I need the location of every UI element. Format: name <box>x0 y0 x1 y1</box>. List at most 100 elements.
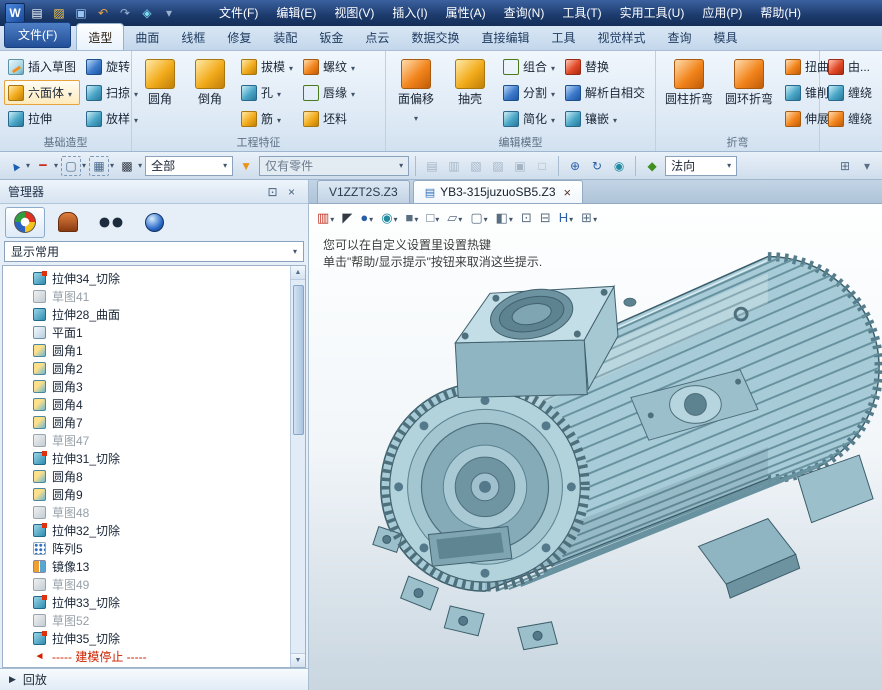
tree-item[interactable]: 拉伸33_切除 <box>3 593 290 611</box>
ribbon-tab[interactable]: 曲面 <box>124 24 170 50</box>
scope-filter-select[interactable]: 仅有零件▾ <box>259 156 409 176</box>
ribbon-big-button[interactable]: 抽壳 <box>444 54 496 134</box>
tree-item[interactable]: 镜像13 <box>3 557 290 575</box>
ribbon-tab[interactable]: 查询 <box>657 24 703 50</box>
document-tab[interactable]: V1ZZT2S.Z3 <box>317 180 410 203</box>
tree-item[interactable]: 平面1 <box>3 323 290 341</box>
ribbon-big-button[interactable]: 倒角 <box>186 54 234 134</box>
ribbon-button[interactable]: 替换 <box>561 54 649 79</box>
ribbon-button[interactable]: 插入草图 <box>4 54 80 79</box>
tree-item[interactable]: 阵列5 <box>3 539 290 557</box>
ribbon-tab[interactable]: 造型 <box>76 23 124 50</box>
ribbon-button[interactable]: 镶嵌 <box>561 106 649 131</box>
tree-item[interactable]: 圆角3 <box>3 377 290 395</box>
history-manager-tab[interactable] <box>5 207 45 238</box>
ribbon-button[interactable]: 拉伸 <box>4 106 80 131</box>
ribbon-button[interactable]: 唇缘 <box>299 80 359 105</box>
display-style-icon[interactable]: ▥ <box>314 207 337 229</box>
ribbon-button[interactable]: 简化 <box>499 106 559 131</box>
tree-item[interactable]: 草图48 <box>3 503 290 521</box>
customize-quick-access-icon[interactable]: ▾ <box>159 3 179 23</box>
tree-item[interactable]: ----- 建模停止 ----- <box>3 647 290 665</box>
ribbon-tab[interactable]: 修复 <box>216 24 262 50</box>
tree-item[interactable]: 圆角1 <box>3 341 290 359</box>
ribbon-button[interactable]: 筋 <box>237 106 297 131</box>
ruler-icon[interactable]: ⊟ <box>537 207 554 229</box>
view-manager-tab[interactable] <box>134 207 174 238</box>
tree-item[interactable]: 圆角7 <box>3 413 290 431</box>
rotate-handle-icon[interactable]: ↻ <box>587 156 607 176</box>
grid-toggle-icon[interactable]: ⊞ <box>578 207 600 229</box>
color-palette-icon[interactable]: ▩ <box>117 156 142 176</box>
pick-box-icon[interactable]: ▢ <box>61 156 86 176</box>
remove-filter-icon[interactable]: − <box>33 156 58 176</box>
zoom-extent-icon[interactable]: ⊡ <box>518 207 535 229</box>
ribbon-button[interactable]: 解析自相交 <box>561 80 649 105</box>
tree-item[interactable]: 草图49 <box>3 575 290 593</box>
ribbon-tab[interactable]: 工具 <box>540 24 586 50</box>
model-3d-motor-housing[interactable] <box>351 246 882 688</box>
replay-bar[interactable]: ▶ 回放 <box>0 668 308 690</box>
tree-item[interactable]: 圆角9 <box>3 485 290 503</box>
ribbon-button[interactable]: 螺纹 <box>299 54 359 79</box>
tree-item[interactable]: 拉伸32_切除 <box>3 521 290 539</box>
visual-manager-tab[interactable] <box>91 207 131 238</box>
tree-item[interactable]: 圆角8 <box>3 467 290 485</box>
section-view-icon[interactable]: ◧ <box>493 207 516 229</box>
label-icon[interactable]: H <box>556 207 576 229</box>
select-arrow-icon[interactable]: ▲ <box>5 156 30 176</box>
ribbon-tab[interactable]: 钣金 <box>308 24 354 50</box>
ribbon-button[interactable]: 缠绕 <box>824 106 876 131</box>
ribbon-button[interactable]: 六面体 <box>4 80 80 105</box>
ribbon-big-button[interactable]: 圆角 <box>136 54 184 134</box>
tree-item[interactable]: 圆角4 <box>3 395 290 413</box>
ribbon-tab[interactable]: 点云 <box>354 24 400 50</box>
ribbon-tab[interactable]: 数据交换 <box>400 24 470 50</box>
ribbon-big-button[interactable]: 圆柱折弯 <box>660 54 718 134</box>
save-icon[interactable]: ▣ <box>71 3 91 23</box>
file-menu-button[interactable]: 文件(F) <box>4 22 71 48</box>
white-cube-icon[interactable]: ▢ <box>467 207 490 229</box>
shaded-cube-icon[interactable]: ■ <box>403 207 422 229</box>
expand-arrow-icon[interactable]: ▶ <box>9 674 16 685</box>
graphics-viewport[interactable]: ▥ ◤ ● ◉ ■ □ <box>309 204 882 690</box>
ribbon-big-button[interactable]: 圆环折弯 <box>720 54 778 134</box>
tree-item[interactable]: 拉伸34_切除 <box>3 269 290 287</box>
tree-item[interactable]: 拉伸35_切除 <box>3 629 290 647</box>
more-options-icon[interactable]: ▾ <box>857 156 877 176</box>
magnet-snap-icon[interactable]: ◉ <box>609 156 629 176</box>
app-logo-icon[interactable]: W <box>5 3 25 23</box>
undo-icon[interactable]: ↶ <box>93 3 113 23</box>
tree-item[interactable]: 草图47 <box>3 431 290 449</box>
datum-plane-icon[interactable]: ▱ <box>444 207 465 229</box>
pick-region-icon[interactable]: ▦ <box>89 156 114 176</box>
scroll-down-icon[interactable]: ▼ <box>291 653 305 667</box>
move-handle-icon[interactable]: ⊕ <box>565 156 585 176</box>
tree-scrollbar[interactable]: ▲ ▼ <box>290 266 305 667</box>
tree-item[interactable]: 拉伸28_曲面 <box>3 305 290 323</box>
ribbon-tab[interactable]: 装配 <box>262 24 308 50</box>
ribbon-tab[interactable]: 直接编辑 <box>470 24 540 50</box>
ribbon-tab[interactable]: 线框 <box>170 24 216 50</box>
ribbon-tab[interactable]: 视觉样式 <box>586 24 656 50</box>
ribbon-button[interactable]: 孔 <box>237 80 297 105</box>
tree-item[interactable]: 草图41 <box>3 287 290 305</box>
filter-funnel-icon[interactable]: ▼ <box>236 156 256 176</box>
material-ball-icon[interactable]: ◉ <box>378 207 400 229</box>
new-doc-icon[interactable]: ▤ <box>27 3 47 23</box>
ribbon-button[interactable]: 缠绕 <box>824 80 876 105</box>
dock-panel-icon[interactable]: ⊡ <box>264 183 281 200</box>
scroll-up-icon[interactable]: ▲ <box>291 266 305 280</box>
entity-filter-select[interactable]: 全部▾ <box>145 156 233 176</box>
regen-icon[interactable]: ◈ <box>137 3 157 23</box>
curve-edit-icon[interactable]: ◤ <box>339 207 355 229</box>
tree-item[interactable]: 圆角2 <box>3 359 290 377</box>
ribbon-button[interactable]: 坯料 <box>299 106 359 131</box>
snap-grid-icon[interactable]: ⊞ <box>835 156 855 176</box>
menu-item[interactable]: 帮助(H) <box>751 0 810 26</box>
scrollbar-thumb[interactable] <box>293 285 304 435</box>
wireframe-cube-icon[interactable]: □ <box>423 207 442 229</box>
document-tab[interactable]: ▤ YB3-315juzuoSB5.Z3 × <box>413 180 583 203</box>
close-tab-icon[interactable]: × <box>564 186 572 199</box>
redo-icon[interactable]: ↷ <box>115 3 135 23</box>
